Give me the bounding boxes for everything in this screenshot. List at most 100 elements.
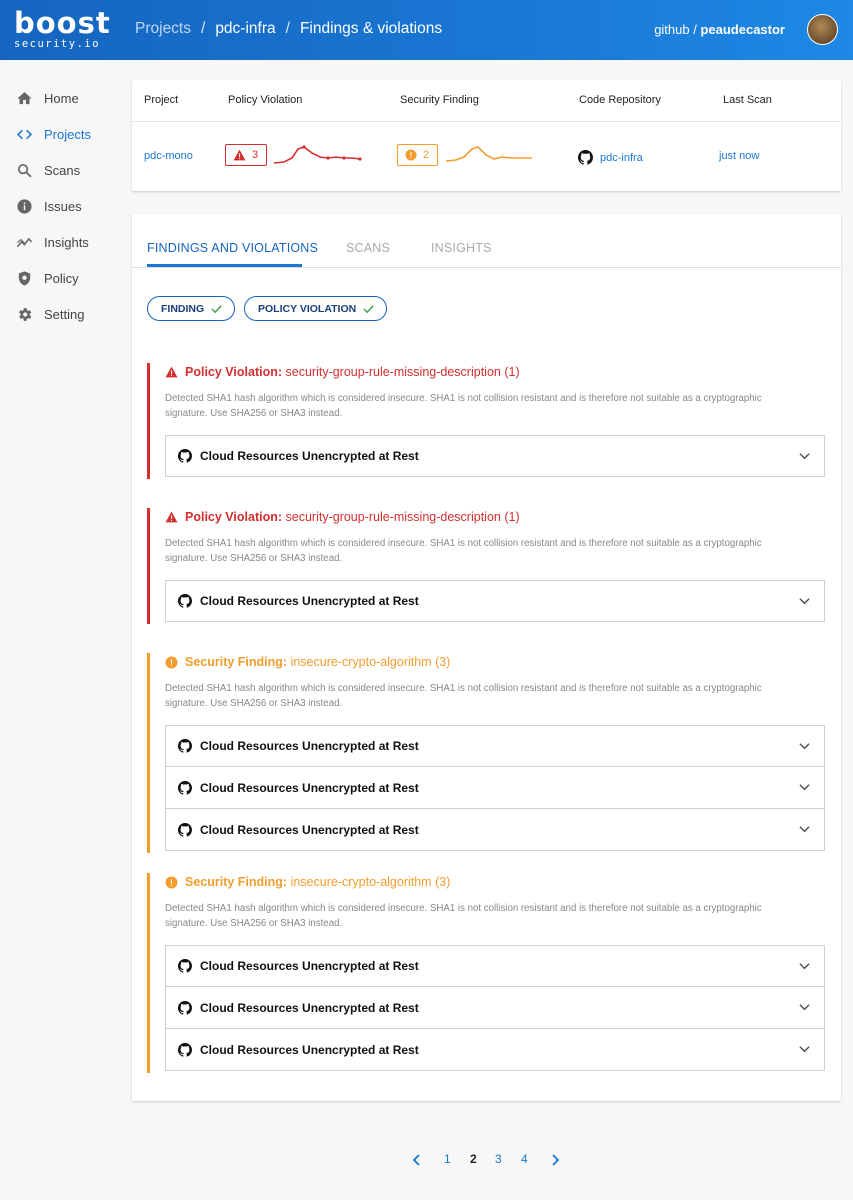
page-link-3[interactable]: 3: [495, 1152, 502, 1166]
filter-chip-policy-violation[interactable]: POLICY VIOLATION: [244, 296, 388, 321]
repository-link[interactable]: pdc-infra: [578, 150, 643, 165]
page-link-current[interactable]: 2: [470, 1152, 477, 1166]
repository-row[interactable]: Cloud Resources Unencrypted at Rest: [165, 767, 825, 809]
finding-group: Security Finding: insecure-crypto-algori…: [147, 873, 827, 1073]
tab-bar: FINDINGS AND VIOLATIONS SCANS INSIGHTS: [132, 214, 841, 268]
security-finding-badge: 2: [397, 144, 439, 166]
finding-title[interactable]: Security Finding: insecure-crypto-algori…: [165, 655, 450, 669]
tab-findings-and-violations[interactable]: FINDINGS AND VIOLATIONS: [147, 241, 318, 255]
repository-row-label: Cloud Resources Unencrypted at Rest: [200, 449, 419, 463]
warning-icon: [165, 511, 178, 523]
repository-name: pdc-infra: [600, 151, 643, 164]
top-bar: boost security.io Projects / pdc-infra / Fin…: [0, 0, 853, 60]
finding-description: Detected SHA1 hash algorithm which is co…: [165, 538, 762, 564]
boost-logo[interactable]: boost security.io: [14, 8, 110, 52]
finding-group: Security Finding: insecure-crypto-algori…: [147, 653, 827, 853]
finding-name: insecure-crypto-algorithm (3): [290, 655, 451, 669]
finding-title[interactable]: Policy Violation: security-group-rule-mi…: [165, 365, 520, 379]
repository-row-label: Cloud Resources Unencrypted at Rest: [200, 780, 419, 795]
column-header-code-repository: Code Repository: [579, 94, 661, 106]
finding-kind: Policy Violation:: [185, 510, 283, 524]
chevron-down-icon[interactable]: [799, 449, 810, 463]
repository-row[interactable]: Cloud Resources Unencrypted at Rest: [165, 435, 825, 477]
breadcrumb-project[interactable]: pdc-infra: [215, 20, 275, 37]
next-page-icon[interactable]: [551, 1152, 560, 1169]
breadcrumb-separator: /: [201, 20, 206, 37]
finding-title[interactable]: Policy Violation: security-group-rule-mi…: [165, 510, 520, 524]
sidebar-item-label: Insights: [44, 234, 89, 250]
project-table: Project Policy Violation Security Findin…: [132, 80, 841, 191]
user-name: peaudecastor: [700, 22, 785, 37]
chevron-down-icon[interactable]: [799, 739, 810, 753]
github-icon: [178, 780, 192, 795]
table-row[interactable]: pdc-mono 3 2 pdc-infra just now: [132, 122, 841, 191]
sidebar-item-projects[interactable]: Projects: [0, 116, 120, 152]
sidebar-item-home[interactable]: Home: [0, 80, 120, 116]
repository-row-label: Cloud Resources Unencrypted at Rest: [200, 1042, 419, 1057]
finding-name: security-group-rule-missing-description …: [285, 510, 520, 524]
findings-panel: FINDINGS AND VIOLATIONS SCANS INSIGHTS F…: [132, 214, 841, 1101]
severity-bar: [147, 363, 150, 479]
gear-icon: [16, 306, 33, 323]
page-link-4[interactable]: 4: [521, 1152, 528, 1166]
sidebar-item-label: Projects: [44, 126, 91, 142]
github-icon: [178, 959, 192, 973]
sidebar-item-scans[interactable]: Scans: [0, 152, 120, 188]
github-icon: [578, 150, 593, 165]
filter-chip-finding[interactable]: FINDING: [147, 296, 236, 321]
chevron-down-icon[interactable]: [799, 959, 810, 973]
finding-title[interactable]: Security Finding: insecure-crypto-algori…: [165, 875, 450, 889]
shield-icon: [16, 270, 33, 287]
chevron-down-icon[interactable]: [799, 1042, 810, 1056]
finding-group: Policy Violation: security-group-rule-mi…: [147, 508, 827, 624]
table-header: Project Policy Violation Security Findin…: [132, 80, 841, 122]
breadcrumb-projects[interactable]: Projects: [135, 20, 191, 37]
repository-row-label: Cloud Resources Unencrypted at Rest: [200, 739, 419, 753]
finding-name: security-group-rule-missing-description …: [285, 365, 520, 379]
finding-group: Policy Violation: security-group-rule-mi…: [147, 363, 827, 479]
github-icon: [178, 594, 192, 608]
active-tab-indicator: [147, 264, 302, 267]
project-link[interactable]: pdc-mono: [144, 150, 193, 162]
tab-insights[interactable]: INSIGHTS: [431, 241, 492, 255]
info-icon: [16, 198, 33, 215]
breadcrumb: Projects / pdc-infra / Findings & violations: [135, 20, 442, 38]
repository-row-label: Cloud Resources Unencrypted at Rest: [200, 1000, 419, 1015]
user-org: github: [654, 22, 690, 37]
tab-scans[interactable]: SCANS: [346, 241, 390, 255]
chevron-down-icon[interactable]: [799, 780, 810, 794]
column-header-security-finding: Security Finding: [400, 94, 479, 106]
repository-row-label: Cloud Resources Unencrypted at Rest: [200, 959, 419, 973]
github-icon: [178, 739, 192, 753]
check-icon: [211, 304, 222, 314]
github-icon: [178, 822, 192, 837]
repository-row[interactable]: Cloud Resources Unencrypted at Rest: [165, 809, 825, 851]
last-scan-link[interactable]: just now: [719, 150, 759, 162]
chevron-down-icon[interactable]: [799, 822, 810, 836]
repository-row[interactable]: Cloud Resources Unencrypted at Rest: [165, 1029, 825, 1071]
info-icon: [165, 656, 178, 669]
column-header-policy-violation: Policy Violation: [228, 94, 303, 106]
sidebar-item-policy[interactable]: Policy: [0, 260, 120, 296]
user-account[interactable]: github / peaudecastor: [654, 22, 785, 37]
finding-name: insecure-crypto-algorithm (3): [290, 875, 451, 889]
filter-chip-label: FINDING: [161, 302, 205, 315]
chevron-down-icon[interactable]: [799, 594, 810, 608]
page-link-1[interactable]: 1: [444, 1152, 451, 1166]
sidebar-item-setting[interactable]: Setting: [0, 296, 120, 332]
github-icon: [178, 1000, 192, 1015]
repository-row[interactable]: Cloud Resources Unencrypted at Rest: [165, 945, 825, 987]
repository-row[interactable]: Cloud Resources Unencrypted at Rest: [165, 987, 825, 1029]
policy-violation-count: 3: [252, 149, 259, 161]
github-icon: [178, 449, 192, 463]
sidebar-item-insights[interactable]: Insights: [0, 224, 120, 260]
avatar[interactable]: [807, 14, 838, 45]
repository-row-label: Cloud Resources Unencrypted at Rest: [200, 594, 419, 608]
sidebar-item-label: Home: [44, 90, 79, 106]
sidebar-item-issues[interactable]: Issues: [0, 188, 120, 224]
chevron-down-icon[interactable]: [799, 1000, 810, 1014]
repository-row[interactable]: Cloud Resources Unencrypted at Rest: [165, 725, 825, 767]
repository-row[interactable]: Cloud Resources Unencrypted at Rest: [165, 580, 825, 622]
prev-page-icon[interactable]: [412, 1152, 421, 1169]
policy-violation-badge: 3: [225, 144, 268, 166]
